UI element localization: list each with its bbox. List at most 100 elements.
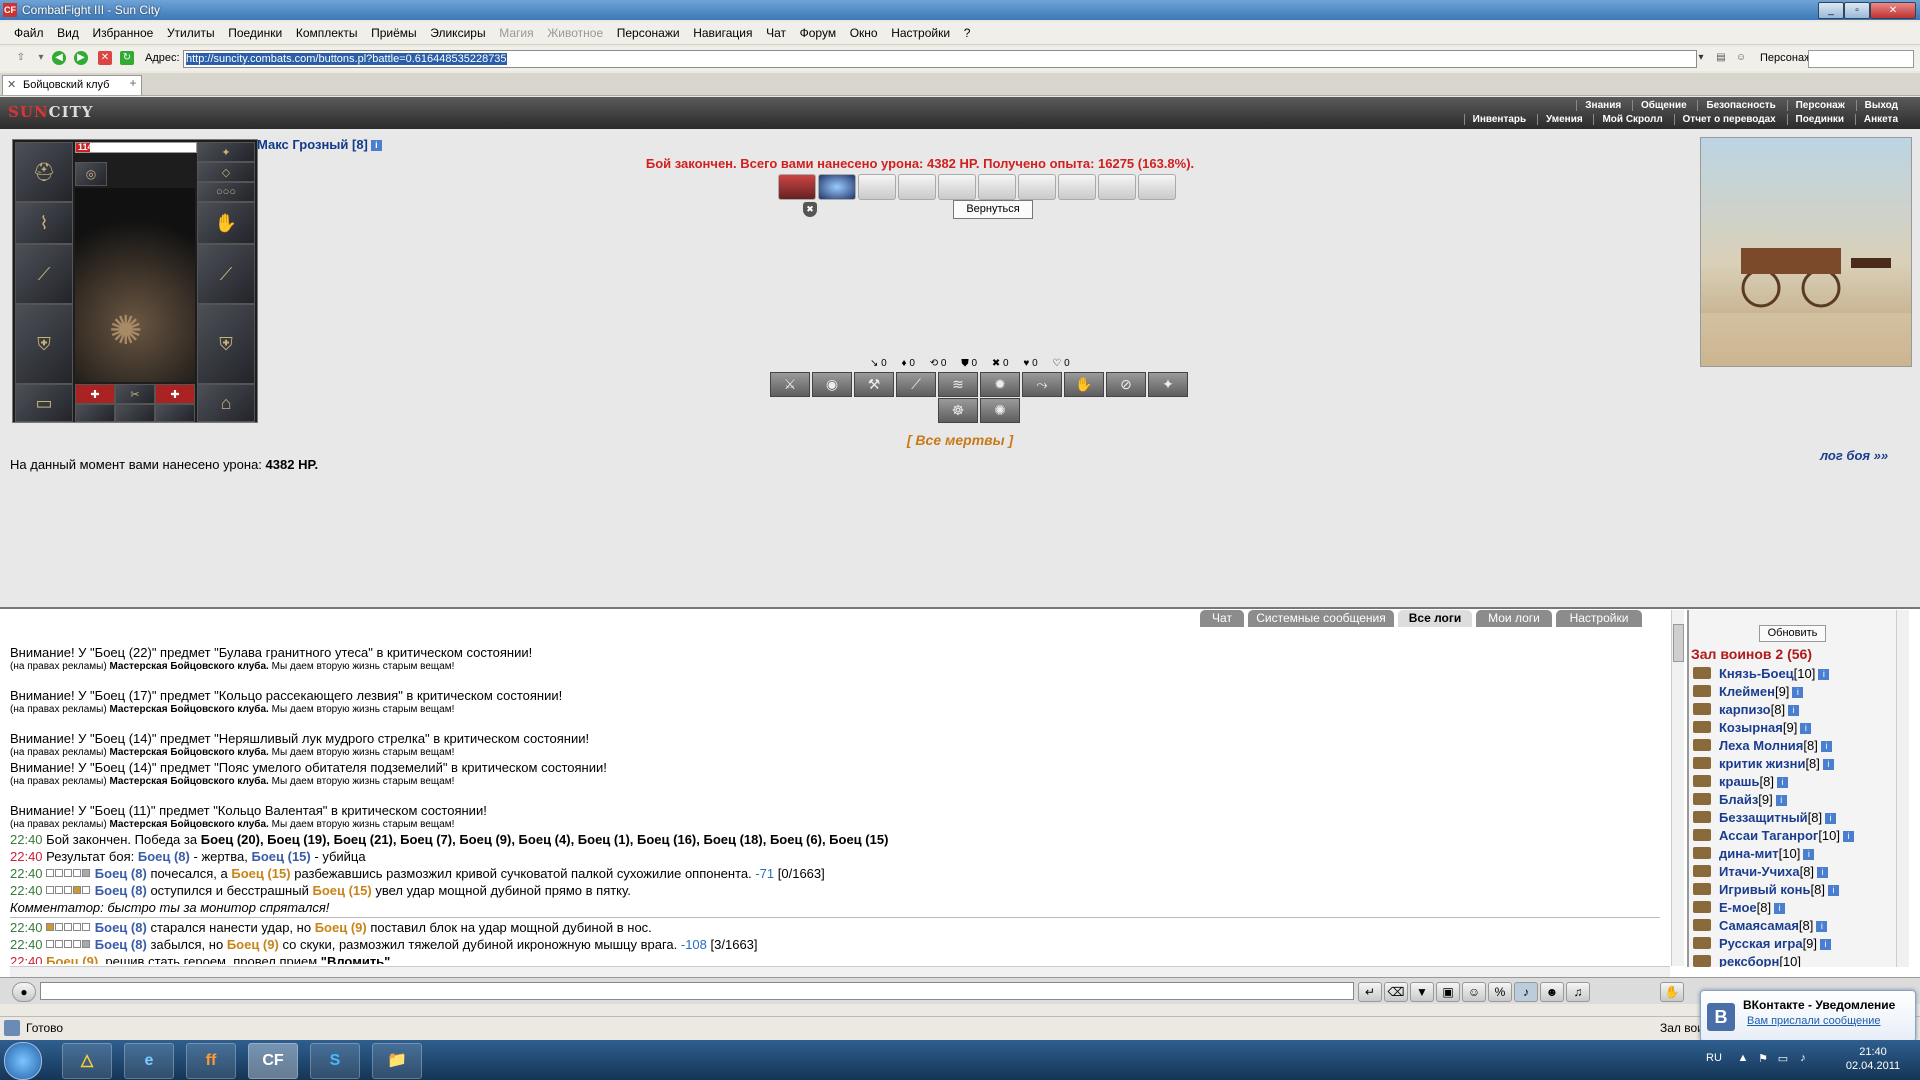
tray-network-icon[interactable]: ▭	[1776, 1052, 1790, 1066]
player-item[interactable]: Игривый конь[8] i	[1693, 882, 1854, 900]
skill-button-3[interactable]: ⚒	[854, 372, 894, 397]
music-icon[interactable]: ♪	[1514, 982, 1538, 1002]
nav-transfer-report[interactable]: Отчет о переводах	[1673, 114, 1784, 125]
tab-fight-club[interactable]: ✕ Бойцовский клуб	[2, 75, 142, 95]
persona-select[interactable]	[1808, 50, 1914, 68]
nav-inventory[interactable]: Инвентарь	[1463, 114, 1535, 125]
skill-button-7[interactable]: ⤳	[1022, 372, 1062, 397]
people-icon[interactable]: ☺	[1734, 51, 1748, 65]
action-slot-4[interactable]	[898, 174, 936, 200]
new-tab-icon[interactable]: +	[124, 76, 142, 92]
skill-button-4[interactable]: ⟋	[896, 372, 936, 397]
legs-slot[interactable]: ⛨	[197, 304, 255, 384]
players-scrollbar[interactable]	[1896, 610, 1909, 967]
menu-settings[interactable]: Настройки	[886, 22, 955, 40]
skill-button-11[interactable]: ☸	[938, 398, 978, 423]
window-titlebar[interactable]: CF CombatFight III - Sun City _ ▫ ✕	[0, 0, 1920, 20]
action-slot-6[interactable]	[978, 174, 1016, 200]
player-item[interactable]: карпизо[8] i	[1693, 702, 1854, 720]
player-item[interactable]: Блайз[9] i	[1693, 792, 1854, 810]
menu-sets[interactable]: Комплекты	[291, 22, 363, 40]
player-item[interactable]: Самаясамая[8] i	[1693, 918, 1854, 936]
scroll-slot-1[interactable]	[75, 404, 115, 422]
percent-icon[interactable]: %	[1488, 982, 1512, 1002]
player-item[interactable]: Козырная[9] i	[1693, 720, 1854, 738]
player-item[interactable]: Е-мое[8] i	[1693, 900, 1854, 918]
smiley-icon[interactable]: ☻	[1540, 982, 1564, 1002]
chat-vertical-scrollbar[interactable]	[1671, 610, 1684, 966]
potion-slot-1[interactable]: ✚	[75, 384, 115, 404]
filter-icon[interactable]: ▼	[1410, 982, 1434, 1002]
menu-elixirs[interactable]: Эликсиры	[425, 22, 490, 40]
taskbar-app-1[interactable]: △	[62, 1043, 112, 1079]
taskbar-explorer[interactable]: 📁	[372, 1043, 422, 1079]
earring-slot[interactable]: ✦	[197, 142, 255, 162]
refresh-button[interactable]: Обновить	[1759, 625, 1826, 642]
player-item[interactable]: критик жизни[8] i	[1693, 756, 1854, 774]
taskbar-skype[interactable]: S	[310, 1043, 360, 1079]
skill-button-2[interactable]: ◉	[812, 372, 852, 397]
nav-profile[interactable]: Анкета	[1854, 114, 1906, 125]
dropdown-arrow-icon[interactable]: ▾	[34, 51, 48, 65]
player-item[interactable]: рексборн[10]	[1693, 954, 1854, 967]
taskbar-combatfight[interactable]: CF	[248, 1043, 298, 1079]
close-button[interactable]: ✕	[1870, 2, 1916, 19]
skill-button-12[interactable]: ✺	[980, 398, 1020, 423]
action-slot-1[interactable]	[778, 174, 816, 200]
weapon-right-slot[interactable]: ⟋	[197, 244, 255, 304]
taskbar-firefox[interactable]: ff	[186, 1043, 236, 1079]
action-slot-3[interactable]	[858, 174, 896, 200]
info-icon[interactable]: i	[370, 140, 382, 151]
potion-slot-3[interactable]: ✚	[155, 384, 195, 404]
nav-character[interactable]: Персонаж	[1786, 100, 1853, 111]
gloves-slot[interactable]: ✋	[197, 202, 255, 244]
skill-button-9[interactable]: ⊘	[1106, 372, 1146, 397]
tray-clock[interactable]: 21:40 02.04.2011	[1838, 1045, 1908, 1073]
player-item[interactable]: Русская игра[9] i	[1693, 936, 1854, 954]
necklace-slot[interactable]: ◇	[197, 162, 255, 182]
tray-language[interactable]: RU	[1706, 1052, 1722, 1064]
send-icon[interactable]: ↵	[1358, 982, 1382, 1002]
person-icon[interactable]: ☺	[1462, 982, 1486, 1002]
refresh-icon[interactable]: ↻	[120, 51, 134, 65]
nav-my-scroll[interactable]: Мой Скролл	[1593, 114, 1670, 125]
forward-icon[interactable]: ▶	[74, 51, 88, 65]
player-item[interactable]: крашь[8] i	[1693, 774, 1854, 792]
skill-button-5[interactable]: ≋	[938, 372, 978, 397]
tray-arrow-icon[interactable]: ▲	[1736, 1052, 1750, 1066]
skill-button-1[interactable]: ⚔	[770, 372, 810, 397]
tab-all-logs[interactable]: Все логи	[1398, 610, 1472, 627]
hand-icon[interactable]: ✋	[1660, 982, 1684, 1002]
page-icon[interactable]: ▤	[1714, 51, 1728, 65]
back-icon[interactable]: ◀	[52, 51, 66, 65]
player-item[interactable]: Князь-Боец[10] i	[1693, 666, 1854, 684]
player-item[interactable]: Ассаи Таганрог[10] i	[1693, 828, 1854, 846]
player-item[interactable]: дина-мит[10] i	[1693, 846, 1854, 864]
nav-security[interactable]: Безопасность	[1697, 100, 1783, 111]
scroll-slot-2[interactable]	[115, 404, 155, 422]
save-icon[interactable]: ▣	[1436, 982, 1460, 1002]
action-slot-10[interactable]	[1138, 174, 1176, 200]
maximize-button[interactable]: ▫	[1844, 2, 1870, 19]
nav-skills[interactable]: Умения	[1536, 114, 1591, 125]
player-item[interactable]: Беззащитный[8] i	[1693, 810, 1854, 828]
potion-slot-2[interactable]: ✂	[115, 384, 155, 404]
tab-chat[interactable]: Чат	[1200, 610, 1244, 627]
action-slot-9[interactable]	[1098, 174, 1136, 200]
scrollbar-thumb[interactable]	[1673, 624, 1684, 662]
player-item[interactable]: Клеймен[9] i	[1693, 684, 1854, 702]
scroll-slot-3[interactable]	[155, 404, 195, 422]
menu-help[interactable]: ?	[959, 22, 976, 40]
character-name[interactable]: Макс Грозный [8] i	[257, 137, 382, 152]
action-slot-5[interactable]	[938, 174, 976, 200]
armor-slot[interactable]: ⛨	[15, 304, 73, 384]
taskbar-ie[interactable]: e	[124, 1043, 174, 1079]
minimize-button[interactable]: _	[1818, 2, 1844, 19]
skill-button-10[interactable]: ✦	[1148, 372, 1188, 397]
action-slot-8[interactable]	[1058, 174, 1096, 200]
battle-log-link[interactable]: лог боя »»	[1820, 448, 1888, 463]
chat-input[interactable]	[40, 982, 1354, 1000]
helmet-slot[interactable]: ⛑	[15, 142, 73, 202]
vk-notification[interactable]: В ВКонтакте - Уведомление Вам прислали с…	[1700, 990, 1916, 1042]
stop-icon[interactable]: ✕	[98, 51, 112, 65]
